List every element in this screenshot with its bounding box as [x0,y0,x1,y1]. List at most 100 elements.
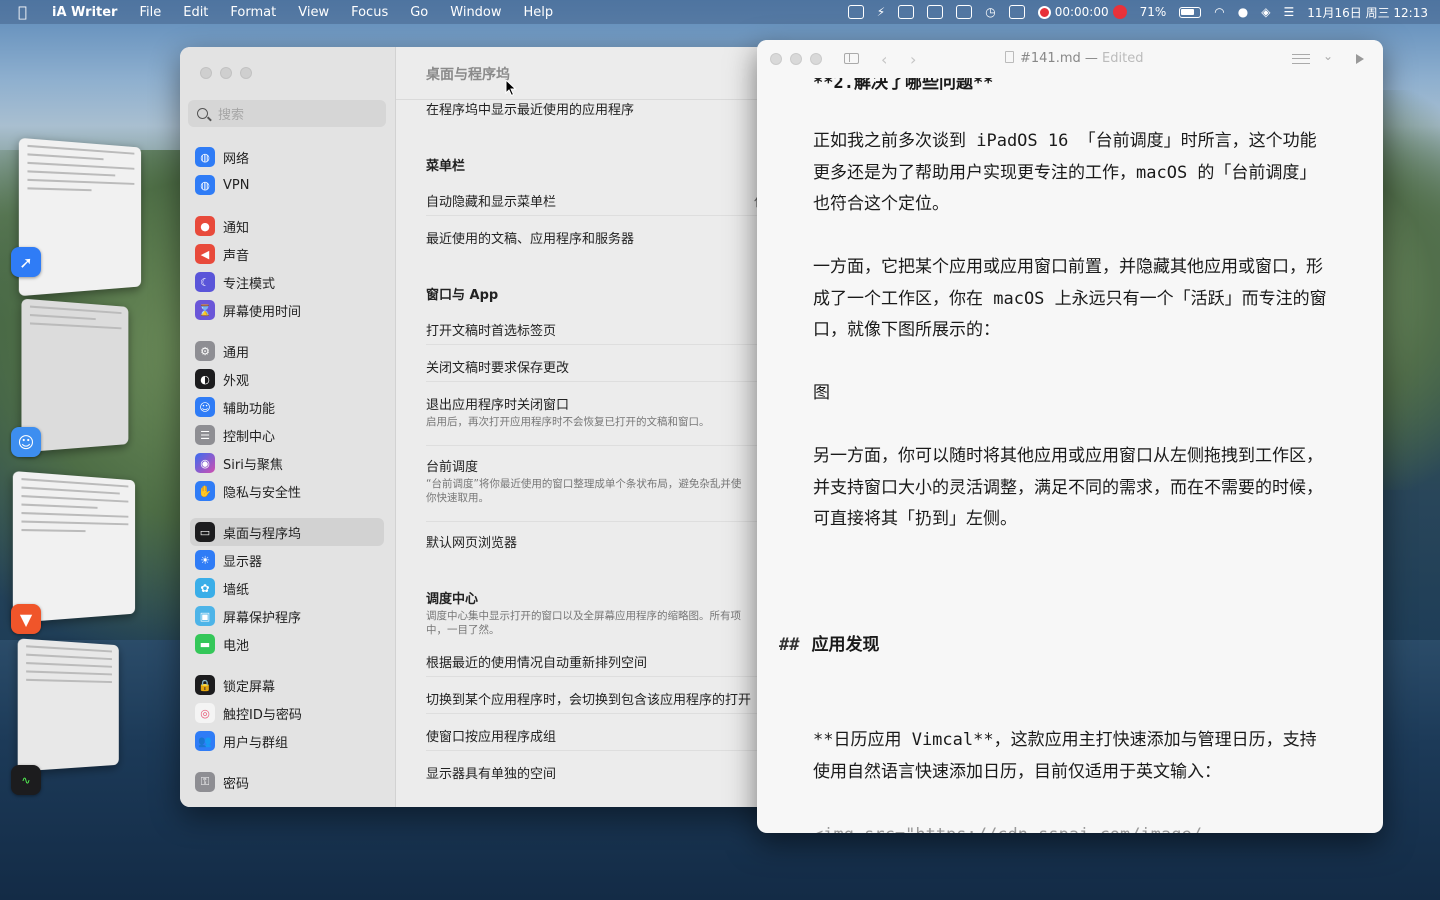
sidebar-item-privacy[interactable]: ✋ 隐私与安全性 [190,477,384,505]
close-button[interactable] [200,67,212,79]
menu-bar:  iA Writer File Edit Format View Focus … [0,0,1440,24]
sidebar-item-wallpaper[interactable]: ✿ 墙纸 [190,574,384,602]
sidebar-item-screensaver[interactable]: ▣ 屏幕保护程序 [190,602,384,630]
minimize-button[interactable] [220,67,232,79]
key-icon: ⚿ [195,772,215,792]
sidebar-item-desktop-dock[interactable]: ▭ 桌面与程序坞 [190,518,384,546]
row-close-windows[interactable]: 退出应用程序时关闭窗口 启用后，再次打开应用程序时不会恢复已打开的文稿和窗口。 [426,394,780,429]
sidebar-item-general[interactable]: ⚙ 通用 [190,337,384,365]
menu-app-name[interactable]: iA Writer [52,5,117,20]
zoom-button[interactable] [810,53,822,65]
menu-window[interactable]: Window [450,5,501,20]
row-ask-save[interactable]: 关闭文稿时要求保存更改 [426,357,780,376]
speaker-icon: ◀ [195,244,215,264]
settings-window: 搜索 ◍ 网络 ◍ VPN ● 通知 ◀ 声音 ☾ 专注模式 ⌛ 屏幕使用时间 ⚙ 通用 ◐ 外… [180,47,780,807]
appearance-icon: ◐ [195,369,215,389]
divider [426,215,780,216]
sidebar-item-network[interactable]: ◍ 网络 [190,143,384,171]
preview-play-icon[interactable] [1356,54,1364,64]
mouse-cursor-icon [505,79,517,97]
sidebar-item-screen-time[interactable]: ⌛ 屏幕使用时间 [190,296,384,324]
sidebar-item-displays[interactable]: ☀ 显示器 [190,546,384,574]
forward-arrow-icon[interactable]: › [910,50,916,69]
dock-icon: ▭ [195,522,215,542]
pen-status-icon[interactable] [927,5,943,19]
minimize-button[interactable] [790,53,802,65]
back-arrow-icon[interactable]: ‹ [881,50,887,69]
row-prefer-tabs[interactable]: 打开文稿时首选标签页在 [426,320,780,339]
document-title[interactable]: #141.md — Edited [1005,51,1143,66]
window-status-icon[interactable] [956,5,972,19]
app-status-icon[interactable] [898,5,914,19]
menu-view[interactable]: View [298,5,329,20]
apple-menu-icon[interactable]:  [18,3,34,21]
sidebar-item-battery[interactable]: ▬ 电池 [190,630,384,658]
record-timer: 00:00:00 [1055,5,1109,19]
brave-icon[interactable]: ▼ [11,604,41,634]
row-auto-hide-menubar[interactable]: 自动隐藏和显示菜单栏仅在 [426,191,780,210]
user-icon[interactable]: ● [1238,5,1248,19]
stage-thumb-document[interactable] [13,471,135,623]
menu-help[interactable]: Help [524,5,554,20]
sidebar-item-touch-id[interactable]: ◎ 触控ID与密码 [190,699,384,727]
menu-focus[interactable]: Focus [351,5,388,20]
sidebar-toggle-icon[interactable] [844,53,859,64]
sidebar-item-users[interactable]: 👥 用户与群组 [190,727,384,755]
sidebar-item-lock-screen[interactable]: 🔒 锁定屏幕 [190,671,384,699]
menu-edit[interactable]: Edit [183,5,208,20]
bolt-status-icon[interactable]: ⚡ [877,5,885,19]
sidebar-item-appearance[interactable]: ◐ 外观 [190,365,384,393]
layers-icon[interactable]: ◈ [1261,5,1270,19]
sidebar-item-siri[interactable]: ◉ Siri与聚焦 [190,449,384,477]
safari-icon[interactable]: ➚ [11,247,41,277]
sidebar-item-accessibility[interactable]: ☺ 辅助功能 [190,393,384,421]
time-machine-icon[interactable]: ◷ [985,5,995,19]
outline-icon[interactable] [1292,54,1310,64]
hourglass-icon: ⌛ [195,300,215,320]
row-default-browser[interactable]: 默认网页浏览器 [426,532,780,551]
sidebar-item-focus[interactable]: ☾ 专注模式 [190,268,384,296]
keyboard-status-icon[interactable] [1009,5,1025,19]
stage-thumb-monitor[interactable] [18,638,119,771]
sidebar-item-sound[interactable]: ◀ 声音 [190,240,384,268]
document-icon [1005,51,1014,63]
divider [426,713,780,714]
row-recent-documents[interactable]: 最近使用的文稿、应用程序和服务器 [426,228,780,247]
search-field[interactable]: 搜索 [188,100,386,127]
sidebar-item-notifications[interactable]: ● 通知 [190,212,384,240]
wifi-icon[interactable]: ◠ [1214,5,1224,19]
row-recent-apps[interactable]: 在程序坞中显示最近使用的应用程序 [426,99,780,118]
accessibility-icon: ☺ [195,397,215,417]
row-group-windows[interactable]: 使窗口按应用程序成组 [426,726,780,745]
sidebar-item-vpn[interactable]: ◍ VPN [190,171,384,199]
row-mission-control: 调度中心 调度中心集中显示打开的窗口以及全屏幕应用程序的缩略图。所有项 中，一目… [426,588,780,637]
screen-recorder[interactable]: 00:00:00 [1038,5,1127,19]
shield-status-icon[interactable] [848,5,864,19]
globe-icon: ◍ [195,147,215,167]
row-separate-spaces[interactable]: 显示器具有单独的空间 [426,763,780,782]
battery-icon[interactable] [1179,7,1201,18]
editor-heading: ## 应用发现 [779,630,879,655]
activity-monitor-icon[interactable]: ∿ [11,765,41,795]
flower-icon: ✿ [195,578,215,598]
window-controls [200,67,252,79]
editor-area[interactable]: **2.解决了哪些问题** 正如我之前多次谈到 iPadOS 16 「台前调度」… [757,40,1383,833]
menu-go[interactable]: Go [410,5,428,20]
row-auto-rearrange[interactable]: 根据最近的使用情况自动重新排列空间 [426,652,780,671]
menubar-clock[interactable]: 11月16日 周三 12:13 [1307,4,1428,21]
menu-format[interactable]: Format [230,5,276,20]
chevron-down-icon[interactable]: ⌄ [1323,49,1333,63]
finder-icon[interactable]: ☺ [11,427,41,457]
sidebar-item-passwords[interactable]: ⚿ 密码 [190,768,384,796]
control-center-icon[interactable]: ☰ [1283,5,1294,19]
zoom-button[interactable] [240,67,252,79]
writer-window: **2.解决了哪些问题** 正如我之前多次谈到 iPadOS 16 「台前调度」… [757,40,1383,833]
row-switch-app[interactable]: 切换到某个应用程序时，会切换到包含该应用程序的打开 [426,689,780,708]
edited-status: Edited [1102,51,1143,66]
close-button[interactable] [770,53,782,65]
row-stage-manager[interactable]: 台前调度 “台前调度”将你最近使用的窗口整理成单个条状布局，避免杂乱并使 你快速… [426,456,780,505]
sidebar-item-control-center[interactable]: ☰ 控制中心 [190,421,384,449]
pause-icon[interactable] [1113,5,1127,19]
siri-icon: ◉ [195,453,215,473]
menu-file[interactable]: File [139,5,161,20]
